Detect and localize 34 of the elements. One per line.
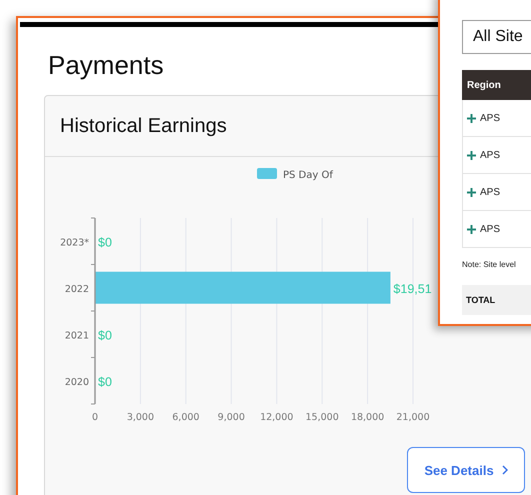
axis-label: 2020	[64, 376, 89, 388]
table-cell: APS	[480, 224, 500, 234]
plus-icon[interactable]	[467, 188, 476, 196]
value-label: $19,51	[393, 282, 432, 296]
note-text: Note: Site level	[462, 260, 517, 269]
card-title: Historical Earnings	[60, 114, 227, 138]
total-label: TOTAL	[462, 285, 531, 315]
axis-label: 12,000	[260, 412, 294, 423]
value-label: $0	[98, 374, 112, 389]
axis-label: 2021	[64, 330, 89, 342]
axis-label: 2022	[64, 284, 89, 295]
axis-label: 3,000	[126, 412, 154, 423]
axis-label: 6,000	[172, 412, 200, 423]
value-label: $0	[98, 328, 112, 342]
axis-label: 0	[92, 412, 98, 423]
page-title: Payments	[48, 49, 165, 81]
table-cell: APS	[480, 150, 500, 160]
axis-label: 15,000	[306, 412, 339, 423]
axis-label: 18,000	[350, 412, 384, 423]
site-dropdown[interactable]: All Site	[462, 20, 531, 54]
value-label: $0	[98, 235, 112, 250]
plus-icon[interactable]	[467, 150, 476, 160]
plus-icon[interactable]	[467, 224, 476, 234]
axis-label: 2023*	[60, 237, 89, 248]
legend-label: PS Day Of	[283, 170, 334, 181]
legend-item[interactable]: PS Day Of	[257, 168, 333, 181]
chevron-icon	[502, 465, 508, 475]
axis-label: 21,000	[396, 412, 430, 423]
see-details-button[interactable]: See Details	[407, 447, 525, 493]
column-header: Region	[462, 70, 531, 100]
table-cell: APS	[480, 112, 500, 124]
axis-label: 9,000	[218, 412, 245, 423]
plus-icon[interactable]	[467, 114, 476, 122]
table-cell: APS	[480, 186, 500, 198]
